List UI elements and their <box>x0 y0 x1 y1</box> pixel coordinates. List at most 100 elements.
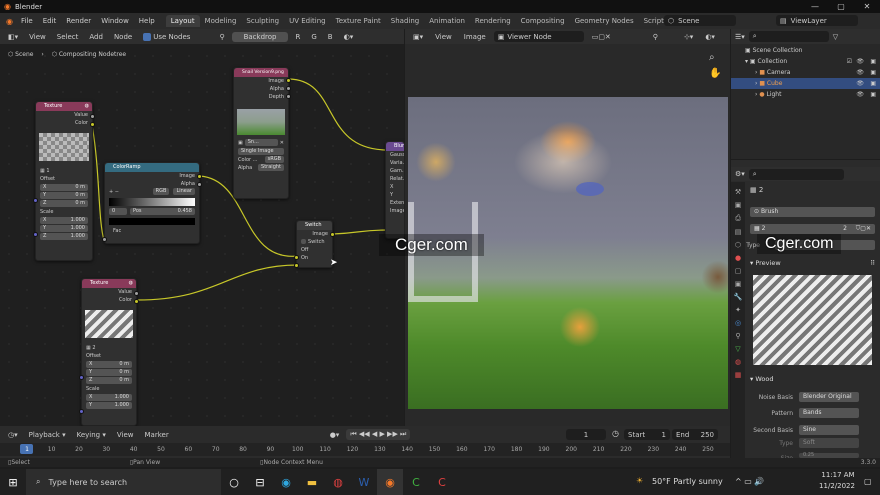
timeline-menu-marker[interactable]: Marker <box>141 430 173 440</box>
pin-icon[interactable]: ⚲ <box>649 32 662 42</box>
tab-modeling[interactable]: Modeling <box>200 15 242 27</box>
socket-offset-in[interactable] <box>33 198 38 203</box>
outliner-search[interactable]: ⌕ <box>748 31 829 42</box>
offset-y[interactable]: Y 0 m <box>40 192 88 199</box>
socket-offset-in[interactable] <box>79 375 84 380</box>
tab-uv-editing[interactable]: UV Editing <box>284 15 331 27</box>
material-tab-icon[interactable]: ◍ <box>735 358 741 366</box>
noise-basis-select[interactable]: Blender Original <box>799 392 859 402</box>
node-title[interactable]: Blur <box>386 142 404 151</box>
alpha-mode-select[interactable]: Straight <box>258 164 284 171</box>
image-node[interactable]: Snail Version9.png Image Alpha Depth ▣ Sn… <box>233 67 291 199</box>
camera-render-icon[interactable]: ▣ <box>870 67 876 78</box>
socket-off-in[interactable] <box>294 255 299 260</box>
camera-render-icon[interactable]: ▣ <box>870 56 876 67</box>
offset-x[interactable]: X 0 m <box>40 184 88 191</box>
file-explorer-icon[interactable]: ▬ <box>299 469 325 495</box>
node-header[interactable]: Texture ◍ <box>36 102 92 111</box>
maximize-button[interactable]: ▢ <box>828 0 854 13</box>
tab-sculpting[interactable]: Sculpting <box>241 15 284 27</box>
blur-variable[interactable]: Varia... <box>386 159 404 167</box>
scale-y[interactable]: Y 1.000 <box>86 402 132 409</box>
offset-x[interactable]: X 0 m <box>86 361 132 368</box>
scale-x[interactable]: X 1.000 <box>40 217 88 224</box>
colorramp-node[interactable]: ColorRamp Image Alpha + − RGB Linear 0 P… <box>102 162 202 244</box>
word-icon[interactable]: W <box>351 469 377 495</box>
outliner-item-camera[interactable]: › ■ Camera 👁 ▣ <box>731 67 880 78</box>
texture-node-1[interactable]: Texture ◍ Value Color ▦ 1 Offset X 0 m Y 0 … <box>33 101 95 261</box>
world-tab-icon[interactable]: ● <box>735 254 741 262</box>
scale-z[interactable]: Z 1.000 <box>40 233 88 240</box>
tab-rendering[interactable]: Rendering <box>470 15 516 27</box>
weather-text[interactable]: 50°F Partly sunny <box>652 477 723 486</box>
channel-r[interactable]: R <box>291 32 304 42</box>
edge-icon[interactable]: ◉ <box>273 469 299 495</box>
socket-on-in[interactable] <box>294 263 299 268</box>
socket-image-out[interactable] <box>197 174 202 179</box>
image-source-select[interactable]: Single Image <box>238 148 284 155</box>
node-title[interactable]: Switch <box>297 221 332 230</box>
output-tab-icon[interactable]: ⎙ <box>735 214 741 223</box>
menu-window[interactable]: Window <box>96 17 134 25</box>
switch-node[interactable]: Switch Image Switch Off On <box>294 220 335 268</box>
colorspace-select[interactable]: sRGB <box>264 156 284 163</box>
gizmo-icon[interactable]: ⊹▾ <box>680 32 697 42</box>
socket-depth-out[interactable] <box>286 94 291 99</box>
notifications-icon[interactable]: ▢ <box>864 477 872 486</box>
checkbox-icon[interactable]: ☑ <box>847 56 852 67</box>
blur-gamma[interactable]: Gam... <box>386 167 404 175</box>
tab-compositing[interactable]: Compositing <box>516 15 570 27</box>
start-frame-field[interactable]: Start 1 <box>624 429 670 440</box>
eye-icon[interactable]: 👁 <box>856 78 864 89</box>
add-stop-icon[interactable]: + − <box>109 188 119 196</box>
collection-tab-icon[interactable]: ▢ <box>735 267 742 275</box>
interpolation-select[interactable]: Linear <box>173 188 195 195</box>
physics-tab-icon[interactable]: ◎ <box>735 319 741 327</box>
unlink-icon[interactable]: ✕ <box>280 139 284 147</box>
blur-y[interactable]: Y <box>386 191 404 199</box>
use-nodes-toggle[interactable]: Use Nodes <box>139 32 194 42</box>
socket-fac-in[interactable] <box>102 237 107 242</box>
menu-edit[interactable]: Edit <box>38 17 62 25</box>
outliner-collection[interactable]: ▾ ▣ Collection ☑ 👁 ▣ <box>731 56 880 67</box>
eye-icon[interactable]: 👁 <box>856 67 864 78</box>
image-file-row[interactable]: ▣ Sn... ✕ <box>234 139 288 147</box>
node-menu-node[interactable]: Node <box>110 32 136 42</box>
stop-position[interactable]: Pos 0.458 <box>130 208 195 215</box>
scale-y[interactable]: Y 1.000 <box>40 225 88 232</box>
switch-checkbox[interactable] <box>301 239 306 244</box>
outliner-type-icon[interactable]: ☰▾ <box>735 33 745 41</box>
image-menu-view[interactable]: View <box>431 32 456 42</box>
node-menu-select[interactable]: Select <box>53 32 83 42</box>
overlay-icon[interactable]: ◐▾ <box>340 32 358 42</box>
end-frame-field[interactable]: End 250 <box>672 429 718 440</box>
fake-user-icon[interactable]: ⛉▢✕ <box>856 224 871 234</box>
image-browse-icon[interactable]: ▭▢✕ <box>588 32 615 42</box>
close-button[interactable]: ✕ <box>854 0 880 13</box>
switch-toggle[interactable]: Switch <box>297 238 332 246</box>
offset-z[interactable]: Z 0 m <box>86 377 132 384</box>
channel-b[interactable]: B <box>324 32 337 42</box>
tab-layout[interactable]: Layout <box>165 15 200 27</box>
socket-image-out[interactable] <box>330 232 335 237</box>
socket-scale-in[interactable] <box>33 232 38 237</box>
image-menu-image[interactable]: Image <box>460 32 490 42</box>
tab-animation[interactable]: Animation <box>424 15 470 27</box>
menu-render[interactable]: Render <box>61 17 96 25</box>
blender-taskbar-icon[interactable]: ◉ <box>377 469 403 495</box>
backdrop-button[interactable]: Backdrop <box>231 31 289 42</box>
drag-handle-icon[interactable]: ⠿ <box>870 259 875 267</box>
texture-slot[interactable]: ▦ 1 <box>36 167 92 175</box>
task-view-icon[interactable]: ○ <box>221 469 247 495</box>
node-menu-view[interactable]: View <box>25 32 50 42</box>
offset-z[interactable]: Z 0 m <box>40 200 88 207</box>
tab-texture-paint[interactable]: Texture Paint <box>331 15 386 27</box>
stop-color-swatch[interactable] <box>109 218 195 225</box>
object-tab-icon[interactable]: ▣ <box>735 280 742 288</box>
eye-icon[interactable]: 👁 <box>856 56 864 67</box>
record-icon[interactable]: ●▾ <box>326 430 344 440</box>
tab-shading[interactable]: Shading <box>386 15 424 27</box>
socket-alpha-out[interactable] <box>197 182 202 187</box>
recorder-icon[interactable]: C <box>429 469 455 495</box>
render-tab-icon[interactable]: ▣ <box>735 201 742 209</box>
